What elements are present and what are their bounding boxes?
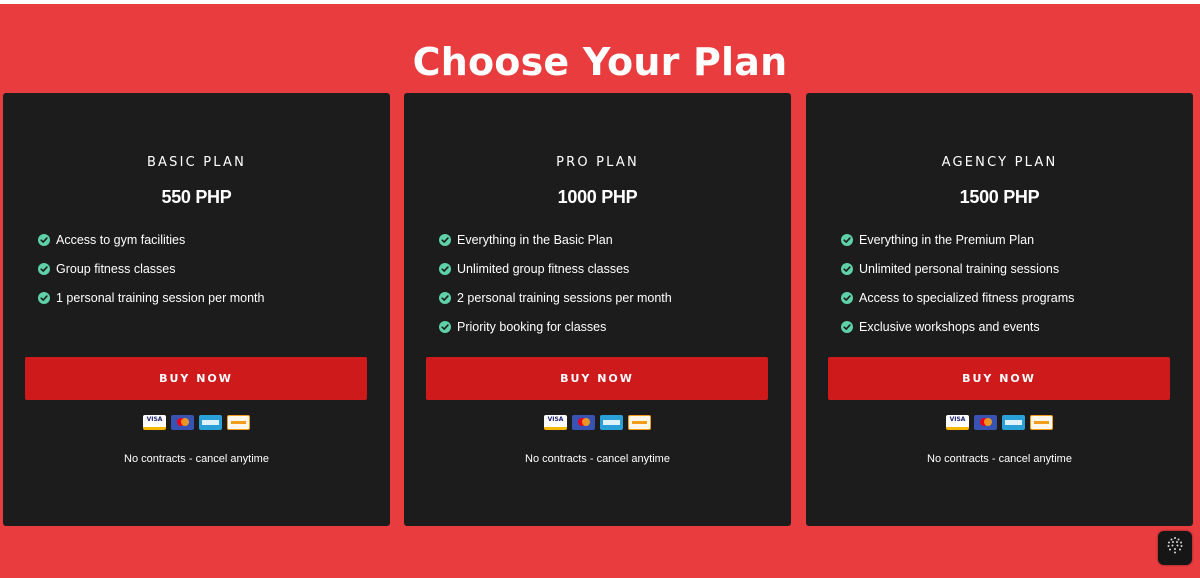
feature-item: Access to gym facilities — [38, 225, 264, 254]
feature-label: 2 personal training sessions per month — [457, 290, 672, 305]
feature-list: Access to gym facilities Group fitness c… — [38, 225, 264, 312]
plan-price: 550 PHP — [161, 187, 232, 207]
contract-note: No contracts - cancel anytime — [525, 453, 670, 465]
feature-label: Everything in the Basic Plan — [457, 232, 613, 247]
plan-name: PRO PLAN — [556, 155, 639, 170]
amex-icon — [1002, 415, 1025, 430]
discover-icon — [628, 415, 651, 430]
mastercard-icon — [572, 415, 595, 430]
plan-price: 1000 PHP — [557, 187, 638, 207]
contract-note: No contracts - cancel anytime — [124, 453, 269, 465]
check-circle-icon — [38, 291, 50, 304]
check-circle-icon — [841, 233, 853, 246]
visa-icon — [143, 415, 166, 430]
payment-methods — [3, 415, 390, 430]
amex-icon — [600, 415, 623, 430]
plan-card-basic: BASIC PLAN 550 PHP Access to gym facilit… — [3, 93, 390, 526]
floating-badge-button[interactable] — [1158, 531, 1192, 565]
feature-item: Unlimited group fitness classes — [439, 254, 672, 283]
feature-list: Everything in the Basic Plan Unlimited g… — [439, 225, 672, 341]
check-circle-icon — [439, 262, 451, 275]
feature-item: Unlimited personal training sessions — [841, 254, 1074, 283]
feature-label: Access to gym facilities — [56, 232, 186, 247]
amex-icon — [199, 415, 222, 430]
top-strip — [0, 0, 1200, 4]
feature-label: Unlimited group fitness classes — [457, 261, 630, 276]
page-title: Choose Your Plan — [412, 40, 788, 85]
feature-item: 2 personal training sessions per month — [439, 283, 672, 312]
feature-label: 1 personal training session per month — [56, 290, 265, 305]
feature-label: Unlimited personal training sessions — [859, 261, 1060, 276]
feature-item: 1 personal training session per month — [38, 283, 264, 312]
payment-methods — [806, 415, 1193, 430]
feature-label: Everything in the Premium Plan — [859, 232, 1035, 247]
plan-price: 1500 PHP — [959, 187, 1040, 207]
contract-note: No contracts - cancel anytime — [927, 453, 1072, 465]
feature-item: Everything in the Premium Plan — [841, 225, 1074, 254]
discover-icon — [1030, 415, 1053, 430]
mastercard-icon — [171, 415, 194, 430]
check-circle-icon — [841, 262, 853, 275]
feature-item: Everything in the Basic Plan — [439, 225, 672, 254]
plan-name: AGENCY PLAN — [941, 155, 1058, 170]
feature-item: Group fitness classes — [38, 254, 264, 283]
check-circle-icon — [841, 320, 853, 333]
feature-label: Exclusive workshops and events — [859, 319, 1040, 334]
check-circle-icon — [38, 262, 50, 275]
check-circle-icon — [38, 233, 50, 246]
feature-item: Priority booking for classes — [439, 312, 672, 341]
payment-methods — [404, 415, 791, 430]
feature-label: Group fitness classes — [56, 261, 176, 276]
feature-item: Exclusive workshops and events — [841, 312, 1074, 341]
buy-now-button-pro[interactable]: BUY NOW — [426, 357, 768, 400]
check-circle-icon — [439, 320, 451, 333]
check-circle-icon — [439, 233, 451, 246]
visa-icon — [946, 415, 969, 430]
plan-card-pro: PRO PLAN 1000 PHP Everything in the Basi… — [404, 93, 791, 526]
feature-list: Everything in the Premium Plan Unlimited… — [841, 225, 1074, 341]
feature-item: Access to specialized fitness programs — [841, 283, 1074, 312]
dotted-sphere-icon — [1167, 537, 1183, 554]
plan-card-agency: AGENCY PLAN 1500 PHP Everything in the P… — [806, 93, 1193, 526]
check-circle-icon — [439, 291, 451, 304]
mastercard-icon — [974, 415, 997, 430]
check-circle-icon — [841, 291, 853, 304]
plan-name: BASIC PLAN — [146, 155, 247, 170]
buy-now-button-agency[interactable]: BUY NOW — [828, 357, 1170, 400]
buy-now-button-basic[interactable]: BUY NOW — [25, 357, 367, 400]
visa-icon — [544, 415, 567, 430]
feature-label: Access to specialized fitness programs — [859, 290, 1075, 305]
feature-label: Priority booking for classes — [457, 319, 607, 334]
discover-icon — [227, 415, 250, 430]
